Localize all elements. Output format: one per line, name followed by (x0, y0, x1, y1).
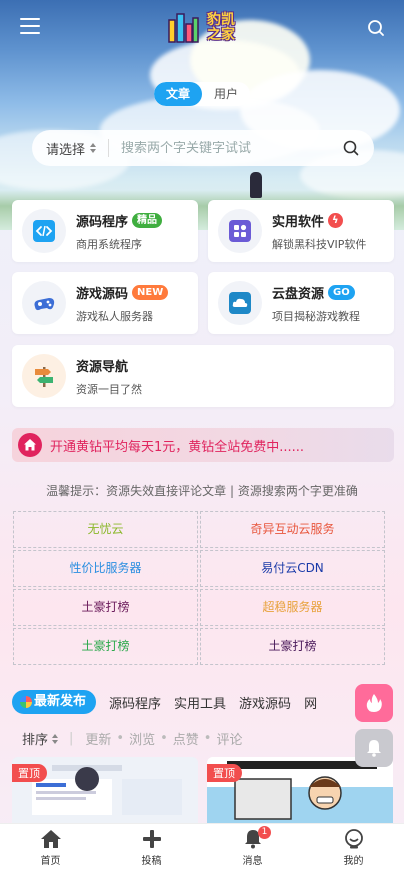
card-subtitle: 资源一目了然 (76, 382, 142, 396)
nav-submit[interactable]: 投稿 (101, 824, 202, 871)
search-bar: 请选择 (32, 130, 374, 166)
notification-button[interactable] (355, 729, 393, 767)
logo-mark-icon (165, 10, 201, 46)
post-thumbnail[interactable]: 置顶 (12, 757, 198, 823)
link-item[interactable]: 超稳服务器 (200, 589, 385, 626)
search-icon[interactable] (366, 18, 386, 38)
category-tabs: 最新发布 源码程序 实用工具 游戏源码 网 (12, 690, 404, 714)
card-subtitle: 项目揭秘游戏教程 (272, 309, 360, 323)
notice-bar[interactable]: 开通黄钻平均每天1元，黄钻全站免费中...... (12, 428, 394, 462)
signpost-icon (22, 354, 66, 398)
link-item[interactable]: 易付云CDN (200, 550, 385, 587)
bottom-nav: 首页 投稿 1 消息 我的 (0, 823, 404, 871)
card-title: 云盘资源 (272, 286, 325, 302)
message-count-badge: 1 (258, 826, 271, 839)
gamepad-icon (22, 281, 66, 325)
friend-links: 无忧云 奇异互动云服务 性价比服务器 易付云CDN 土豪打榜 超稳服务器 土豪打… (13, 511, 385, 665)
separator-dot: • (160, 731, 168, 746)
card-badge: NEW (132, 284, 169, 300)
link-item[interactable]: 土豪打榜 (13, 589, 198, 626)
sort-arrows-icon (90, 143, 97, 153)
card-subtitle: 解锁黑科技VIP软件 (272, 237, 367, 251)
tab-label: 最新发布 (34, 694, 87, 709)
category-select-label: 请选择 (46, 142, 86, 158)
link-item[interactable]: 土豪打榜 (200, 628, 385, 665)
sort-option-views[interactable]: 浏览 (129, 729, 155, 748)
sort-option-likes[interactable]: 点赞 (173, 729, 199, 748)
tab-game-source[interactable]: 游戏源码 (239, 693, 291, 712)
tab-more[interactable]: 网 (304, 693, 317, 712)
code-icon (22, 209, 66, 253)
tab-articles[interactable]: 文章 (154, 82, 202, 106)
tab-source-code[interactable]: 源码程序 (109, 693, 161, 712)
category-select[interactable]: 请选择 (32, 139, 108, 158)
card-subtitle: 商用系统程序 (76, 237, 142, 251)
nav-label: 我的 (343, 856, 364, 867)
home-icon (40, 830, 61, 848)
card-game-source[interactable]: 游戏源码 NEW 游戏私人服务器 (12, 272, 198, 334)
colorful-dot-icon (20, 696, 32, 708)
sort-bar: 排序 | 更新 • 浏览 • 点赞 • 评论 (22, 729, 242, 748)
lightning-icon: ϟ (328, 212, 343, 228)
logo-text: 豹凯 之家 (207, 12, 235, 43)
card-resource-nav[interactable]: 资源导航 资源一目了然 (12, 345, 394, 407)
card-title: 游戏源码 (76, 286, 129, 302)
notice-text: 开通黄钻平均每天1元，黄钻全站免费中...... (50, 439, 305, 455)
card-title: 资源导航 (76, 359, 129, 375)
divider (108, 139, 109, 157)
apps-icon (218, 209, 262, 253)
hot-button[interactable] (355, 684, 393, 722)
link-item[interactable]: 性价比服务器 (13, 550, 198, 587)
pinned-badge: 置顶 (12, 764, 47, 782)
tab-tools[interactable]: 实用工具 (174, 693, 226, 712)
pinned-badge: 置顶 (207, 764, 242, 782)
search-submit-icon[interactable] (342, 139, 360, 157)
search-input[interactable] (121, 140, 331, 156)
search-type-toggle: 文章 用户 (154, 82, 250, 106)
nav-label: 投稿 (141, 856, 162, 867)
separator-dot: • (203, 731, 212, 746)
card-title: 实用软件 (272, 214, 325, 230)
card-badge: 精品 (132, 212, 163, 228)
hero-banner: 豹凯 之家 文章 用户 请选择 (0, 0, 404, 230)
link-item[interactable]: 土豪打榜 (13, 628, 198, 665)
sort-option-comments[interactable]: 评论 (216, 729, 242, 748)
user-icon (344, 829, 363, 849)
card-software[interactable]: 实用软件 ϟ 解锁黑科技VIP软件 (208, 200, 394, 262)
sort-arrows-icon (52, 733, 59, 744)
nav-home[interactable]: 首页 (0, 824, 101, 871)
nav-label: 消息 (242, 856, 263, 867)
site-logo[interactable]: 豹凯 之家 (160, 8, 246, 48)
card-title: 源码程序 (76, 214, 129, 230)
link-item[interactable]: 奇异互动云服务 (200, 511, 385, 548)
fire-icon (366, 694, 382, 712)
tab-users[interactable]: 用户 (202, 82, 250, 106)
card-cloud-resources[interactable]: 云盘资源 GO 项目揭秘游戏教程 (208, 272, 394, 334)
home-icon (18, 433, 42, 457)
bell-icon (367, 740, 381, 757)
cloud-icon (218, 281, 262, 325)
figure-decoration (250, 172, 262, 198)
tab-latest[interactable]: 最新发布 (12, 690, 97, 714)
card-subtitle: 游戏私人服务器 (76, 309, 153, 323)
menu-icon[interactable] (20, 18, 40, 36)
sort-option-update[interactable]: 更新 (85, 729, 111, 748)
divider: | (69, 731, 74, 746)
plus-icon (142, 830, 161, 848)
nav-profile[interactable]: 我的 (303, 824, 404, 871)
nav-label: 首页 (40, 856, 61, 867)
tip-text: 温馨提示：资源失效直接评论文章 | 资源搜索两个字更准确 (46, 484, 358, 498)
link-item[interactable]: 无忧云 (13, 511, 198, 548)
sort-button[interactable]: 排序 (22, 729, 59, 748)
nav-messages[interactable]: 1 消息 (202, 824, 303, 871)
sort-label: 排序 (22, 733, 49, 748)
card-badge: GO (328, 284, 355, 300)
separator-dot: • (116, 731, 125, 746)
card-source-code[interactable]: 源码程序 精品 商用系统程序 (12, 200, 198, 262)
